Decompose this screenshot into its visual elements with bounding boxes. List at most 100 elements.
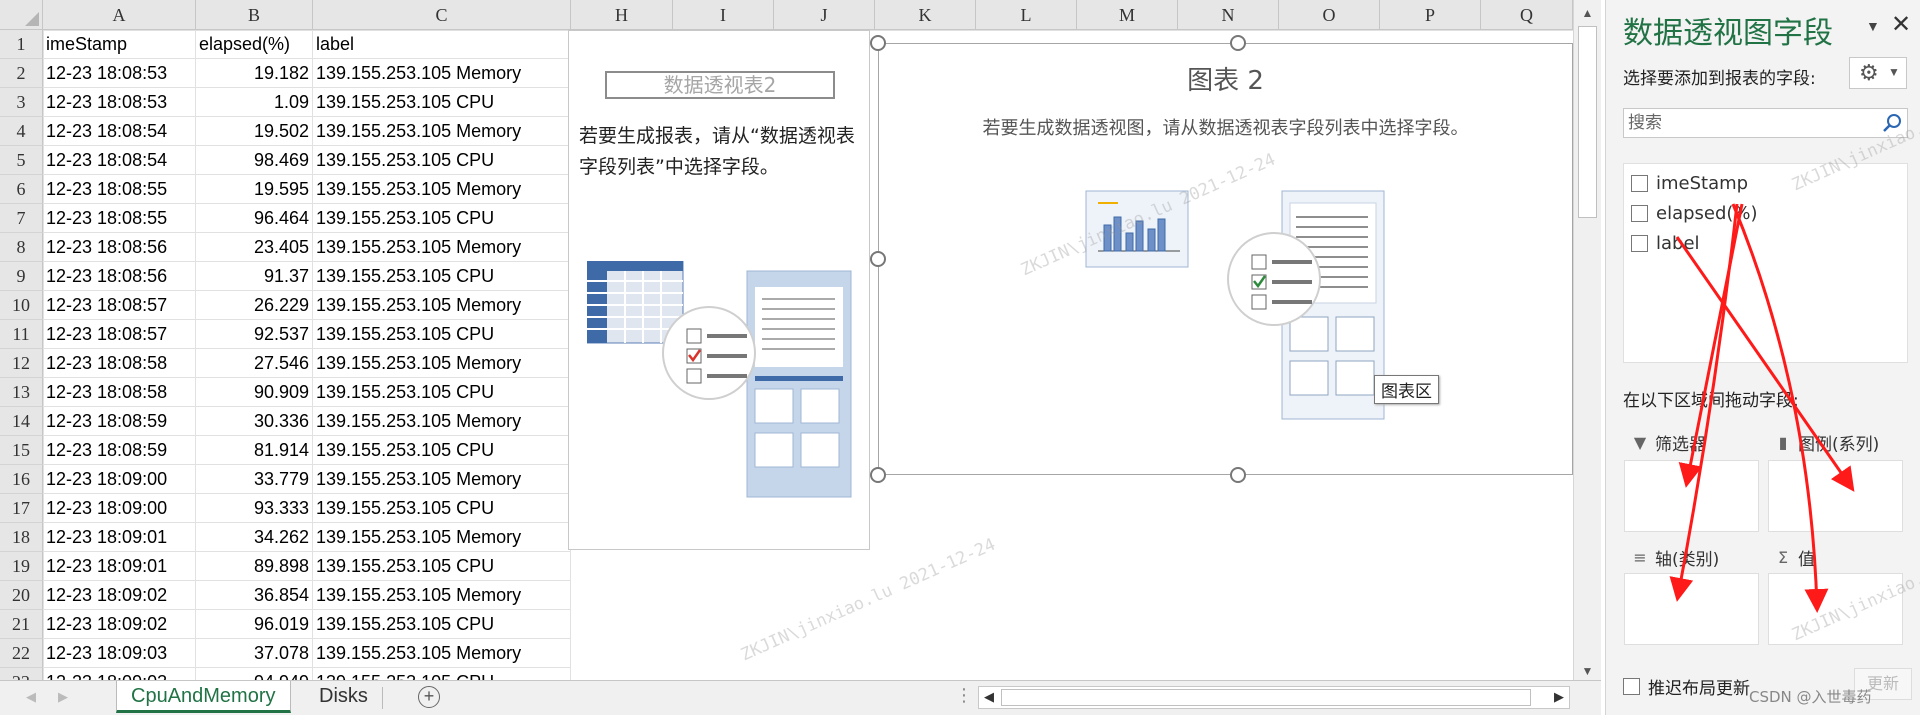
col-header-m[interactable]: M [1077, 0, 1178, 30]
elapsed-cell[interactable]: 1.09 [196, 88, 313, 117]
timestamp-cell[interactable]: 12-23 18:09:02 [43, 610, 196, 639]
col-header-a[interactable]: A [43, 0, 196, 30]
label-cell[interactable]: 139.155.253.105 CPU [313, 436, 571, 465]
timestamp-cell[interactable]: 12-23 18:08:56 [43, 262, 196, 291]
field-checkbox[interactable] [1631, 234, 1648, 252]
row-header[interactable]: 11 [0, 320, 43, 349]
elapsed-cell[interactable]: 33.779 [196, 465, 313, 494]
timestamp-cell[interactable]: 12-23 18:09:01 [43, 523, 196, 552]
row-header[interactable]: 10 [0, 291, 43, 320]
row-header[interactable]: 19 [0, 552, 43, 581]
row-header[interactable]: 2 [0, 59, 43, 88]
timestamp-cell[interactable]: 12-23 18:09:02 [43, 581, 196, 610]
label-cell[interactable]: 139.155.253.105 Memory [313, 59, 571, 88]
horizontal-scrollbar[interactable]: ◀ ▶ [978, 686, 1570, 709]
label-cell[interactable]: 139.155.253.105 Memory [313, 233, 571, 262]
col-header-n[interactable]: N [1178, 0, 1279, 30]
elapsed-cell[interactable]: 19.502 [196, 117, 313, 146]
row-header[interactable]: 22 [0, 639, 43, 668]
row-header[interactable]: 3 [0, 88, 43, 117]
elapsed-cell[interactable]: 98.469 [196, 146, 313, 175]
col-header-i[interactable]: I [673, 0, 774, 30]
timestamp-cell[interactable]: 12-23 18:08:58 [43, 349, 196, 378]
label-cell[interactable]: 139.155.253.105 Memory [313, 639, 571, 668]
row-header[interactable]: 20 [0, 581, 43, 610]
label-cell[interactable]: 139.155.253.105 Memory [313, 465, 571, 494]
chart-resize-handle[interactable] [1230, 35, 1246, 51]
elapsed-cell[interactable]: 26.229 [196, 291, 313, 320]
scroll-left-arrow-icon[interactable]: ◀ [984, 689, 994, 705]
filter-drop-zone[interactable] [1624, 460, 1759, 532]
header-cell-label[interactable]: label [313, 30, 571, 59]
field-checkbox[interactable] [1631, 174, 1648, 192]
col-header-k[interactable]: K [875, 0, 976, 30]
elapsed-cell[interactable]: 19.595 [196, 175, 313, 204]
timestamp-cell[interactable]: 12-23 18:08:55 [43, 204, 196, 233]
layout-settings-button[interactable]: ⚙ ▼ [1849, 57, 1907, 89]
label-cell[interactable]: 139.155.253.105 CPU [313, 378, 571, 407]
tab-nav-prev-icon[interactable]: ◀ [26, 689, 36, 705]
row-header[interactable]: 8 [0, 233, 43, 262]
row-header[interactable]: 13 [0, 378, 43, 407]
tab-cpu-and-memory[interactable]: CpuAndMemory [116, 681, 291, 713]
scroll-down-arrow-icon[interactable]: ▼ [1574, 660, 1601, 682]
pivot-table-placeholder[interactable]: 数据透视表2 若要生成报表，请从“数据透视表字段列表”中选择字段。 [568, 30, 870, 550]
add-sheet-icon[interactable]: + [418, 686, 440, 708]
elapsed-cell[interactable]: 37.078 [196, 639, 313, 668]
elapsed-cell[interactable]: 96.464 [196, 204, 313, 233]
timestamp-cell[interactable]: 12-23 18:08:56 [43, 233, 196, 262]
vertical-scrollbar[interactable]: ▲ ▼ [1573, 0, 1601, 684]
horizontal-scroll-thumb[interactable] [1001, 689, 1531, 706]
label-cell[interactable]: 139.155.253.105 Memory [313, 117, 571, 146]
label-cell[interactable]: 139.155.253.105 Memory [313, 291, 571, 320]
row-header[interactable]: 14 [0, 407, 43, 436]
scroll-right-arrow-icon[interactable]: ▶ [1554, 689, 1564, 705]
timestamp-cell[interactable]: 12-23 18:08:57 [43, 320, 196, 349]
field-item-label[interactable]: label [1631, 232, 1700, 254]
elapsed-cell[interactable]: 92.537 [196, 320, 313, 349]
elapsed-cell[interactable]: 23.405 [196, 233, 313, 262]
col-header-b[interactable]: B [196, 0, 313, 30]
vertical-scroll-thumb[interactable] [1578, 26, 1597, 218]
elapsed-cell[interactable]: 89.898 [196, 552, 313, 581]
axis-drop-zone[interactable] [1624, 573, 1759, 645]
header-cell-elapsed[interactable]: elapsed(%) [196, 30, 313, 59]
timestamp-cell[interactable]: 12-23 18:09:00 [43, 465, 196, 494]
tab-nav-next-icon[interactable]: ▶ [58, 689, 68, 705]
label-cell[interactable]: 139.155.253.105 Memory [313, 407, 571, 436]
pane-options-chevron-icon[interactable]: ▼ [1866, 18, 1880, 34]
split-handle-icon[interactable]: ⋮ [955, 685, 973, 706]
elapsed-cell[interactable]: 27.546 [196, 349, 313, 378]
timestamp-cell[interactable]: 12-23 18:08:54 [43, 146, 196, 175]
elapsed-cell[interactable]: 81.914 [196, 436, 313, 465]
elapsed-cell[interactable]: 91.37 [196, 262, 313, 291]
pivot-chart-placeholder[interactable]: 图表 2 若要生成数据透视图，请从数据透视表字段列表中选择字段。 图表区 [878, 43, 1573, 475]
timestamp-cell[interactable]: 12-23 18:09:03 [43, 639, 196, 668]
field-checkbox[interactable] [1631, 204, 1648, 222]
chart-resize-handle[interactable] [870, 35, 886, 51]
row-header[interactable]: 21 [0, 610, 43, 639]
label-cell[interactable]: 139.155.253.105 Memory [313, 349, 571, 378]
label-cell[interactable]: 139.155.253.105 CPU [313, 204, 571, 233]
col-header-q[interactable]: Q [1481, 0, 1573, 30]
timestamp-cell[interactable]: 12-23 18:09:00 [43, 494, 196, 523]
timestamp-cell[interactable]: 12-23 18:08:58 [43, 378, 196, 407]
elapsed-cell[interactable]: 34.262 [196, 523, 313, 552]
elapsed-cell[interactable]: 93.333 [196, 494, 313, 523]
label-cell[interactable]: 139.155.253.105 CPU [313, 494, 571, 523]
field-item-imestamp[interactable]: imeStamp [1631, 172, 1748, 194]
label-cell[interactable]: 139.155.253.105 CPU [313, 610, 571, 639]
row-header[interactable]: 18 [0, 523, 43, 552]
row-header[interactable]: 15 [0, 436, 43, 465]
select-all-corner[interactable] [0, 0, 43, 30]
field-item-elapsed[interactable]: elapsed(%) [1631, 202, 1758, 224]
col-header-p[interactable]: P [1380, 0, 1481, 30]
label-cell[interactable]: 139.155.253.105 CPU [313, 552, 571, 581]
search-icon[interactable] [1881, 112, 1903, 134]
timestamp-cell[interactable]: 12-23 18:08:57 [43, 291, 196, 320]
row-header[interactable]: 1 [0, 30, 43, 59]
defer-checkbox[interactable] [1623, 678, 1640, 695]
col-header-j[interactable]: J [774, 0, 875, 30]
col-header-o[interactable]: O [1279, 0, 1380, 30]
elapsed-cell[interactable]: 96.019 [196, 610, 313, 639]
